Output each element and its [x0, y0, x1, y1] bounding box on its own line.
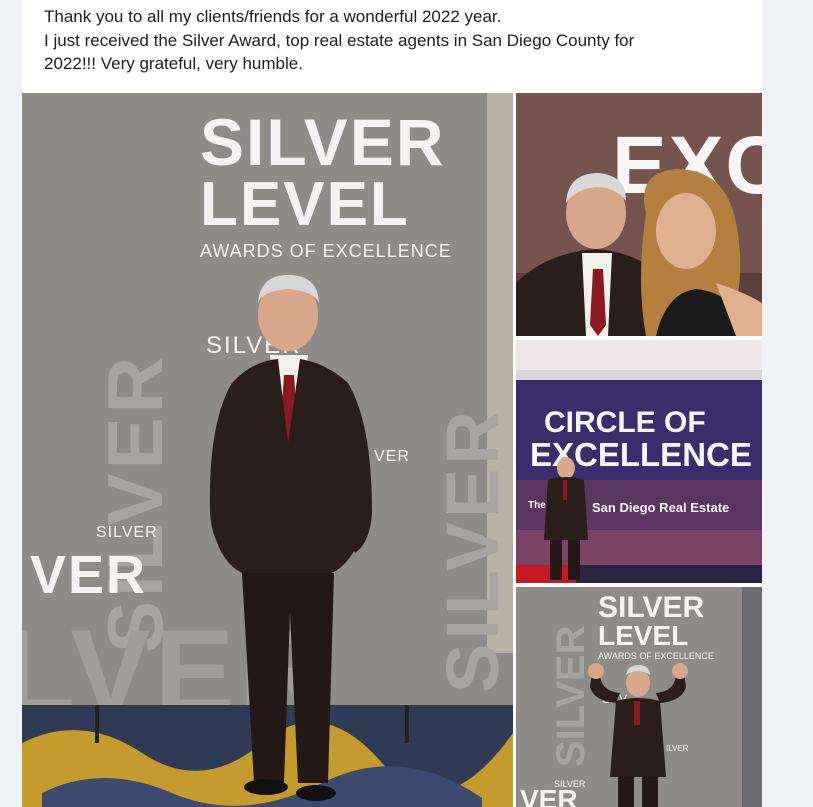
stage-line-circle-of: CIRCLE OF — [544, 406, 706, 439]
photo-flexing-at-silver-backdrop[interactable]: SILVER SILVER LEVEL AWARDS OF EXCELLENCE… — [516, 587, 762, 807]
sign-subtitle: AWARDS OF EXCELLENCE — [598, 651, 714, 661]
post-card: Thank you to all my clients/friends for … — [22, 0, 762, 807]
photo-main-man-at-silver-award-backdrop[interactable]: SILVER SILVER SILVER LEVEL AWARDS OF EXC… — [22, 93, 513, 807]
sign-title-silver: SILVER — [200, 105, 445, 179]
post-message: Thank you to all my clients/friends for … — [44, 5, 744, 76]
backdrop-big-ver: VER — [520, 784, 578, 807]
sign-subtitle: AWARDS OF EXCELLENCE — [200, 241, 452, 261]
photo-grid: SILVER SILVER SILVER LEVEL AWARDS OF EXC… — [22, 93, 762, 807]
backdrop-big-ver: VER — [30, 545, 147, 605]
sign-title-level: LEVEL — [200, 170, 410, 239]
backdrop-vertical-silver-right: SILVER — [431, 407, 513, 693]
backdrop-small-silver-2: SILVER — [96, 524, 158, 541]
sign-title-level: LEVEL — [598, 620, 688, 651]
stage-caption: San Diego Real Estate — [592, 500, 729, 515]
stage-caption-prefix: The — [528, 500, 546, 511]
photo-circle-of-excellence-stage[interactable]: CIRCLE OF EXCELLENCE The San Diego Real … — [516, 340, 762, 583]
post-text-line-3: 2022!!! Very grateful, very humble. — [44, 54, 303, 73]
backdrop-fragment-ilver: ILVER — [666, 744, 689, 753]
post-text-line-2: I just received the Silver Award, top re… — [44, 30, 635, 50]
backdrop-fragment-ver: VER — [374, 448, 410, 465]
post-text-line-1: Thank you to all my clients/friends for … — [44, 7, 502, 26]
photo-couple-selfie[interactable]: EXC — [516, 93, 762, 336]
backdrop-vertical-silver-left: SILVER — [549, 625, 593, 767]
